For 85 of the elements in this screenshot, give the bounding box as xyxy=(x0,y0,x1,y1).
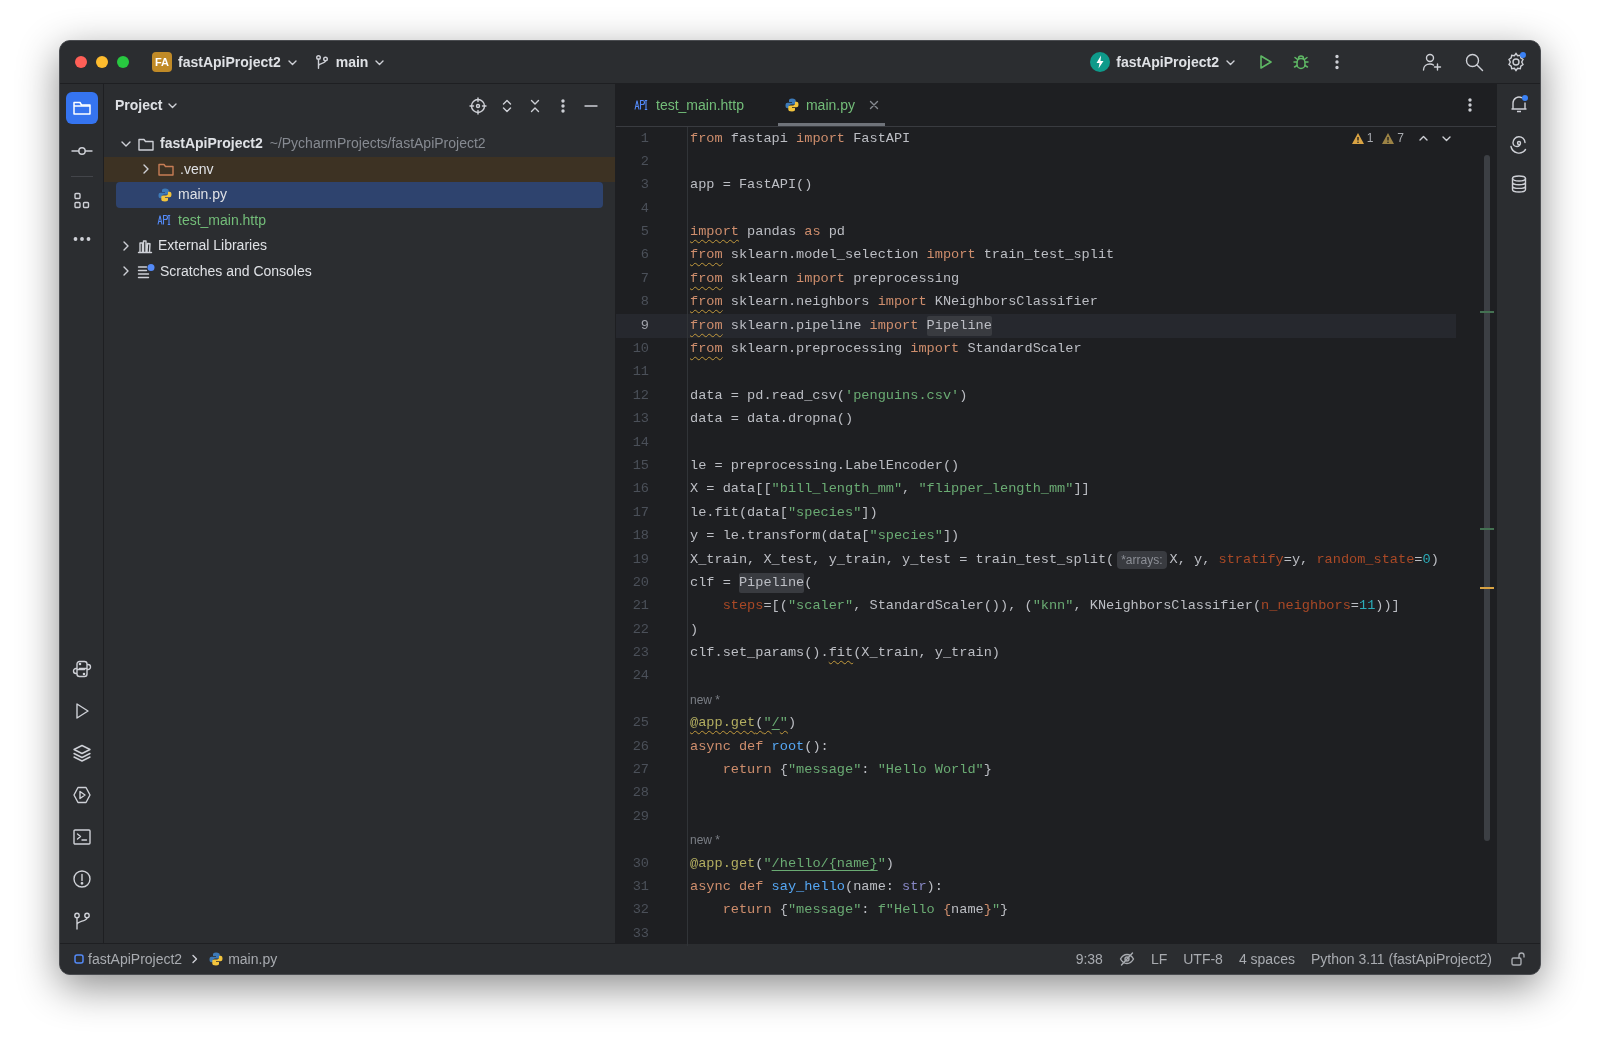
terminal-icon[interactable] xyxy=(71,827,92,847)
project-view-selector[interactable]: Project xyxy=(115,95,179,116)
code-line: from fastapi import FastAPI xyxy=(689,129,911,148)
status-item[interactable]: 9:38 xyxy=(1067,948,1111,970)
code-line: le = preprocessing.LabelEncoder() xyxy=(689,456,960,475)
code-line: @app.get("/") xyxy=(689,714,797,733)
code-line: data = pd.read_csv('penguins.csv') xyxy=(689,386,968,405)
change-marker xyxy=(1480,311,1494,313)
api-file-icon xyxy=(634,99,650,111)
code-line: return {"message": f"Hello {name}"} xyxy=(721,901,1009,920)
search-icon[interactable] xyxy=(1464,52,1484,72)
code-line: @app.get("/hello/{name}") xyxy=(689,854,894,873)
tree-item[interactable]: Scratches and Consoles xyxy=(104,258,615,284)
structure-icon[interactable] xyxy=(71,191,92,211)
project-badge: FA xyxy=(152,52,172,72)
tree-item[interactable]: test_main.http xyxy=(104,207,615,233)
code-line: from sklearn.preprocessing import StandardScaler xyxy=(689,340,1082,358)
code-line: ) xyxy=(689,620,699,639)
code-line: y = le.transform(data["species"]) xyxy=(689,527,960,546)
branch-icon xyxy=(313,54,330,70)
git-icon[interactable] xyxy=(71,911,92,931)
zoom-button[interactable] xyxy=(117,56,129,68)
scrollbar-thumb[interactable] xyxy=(1484,155,1490,841)
api-file-icon xyxy=(157,214,173,227)
inlay-hint: new * xyxy=(690,692,721,710)
change-marker xyxy=(1480,528,1494,530)
code-line: async def say_hello(name: str): xyxy=(689,878,943,896)
code-line: clf = Pipeline( xyxy=(688,571,813,595)
warning-marker xyxy=(1480,587,1494,589)
tree-item[interactable]: .venv xyxy=(104,156,615,182)
add-user-icon[interactable] xyxy=(1422,52,1442,72)
status-item[interactable]: UTF-8 xyxy=(1175,948,1231,970)
code-line: from sklearn.pipeline import Pipeline xyxy=(688,314,992,338)
code-line: data = data.dropna() xyxy=(689,410,854,429)
problems-icon[interactable] xyxy=(71,869,92,889)
warning-icon[interactable] xyxy=(1381,131,1396,145)
editor-tab[interactable]: test_main.http xyxy=(628,84,750,126)
library-icon xyxy=(137,237,153,254)
line-number: 9 xyxy=(616,314,688,338)
code-line: app = FastAPI() xyxy=(689,176,813,195)
locate-icon[interactable] xyxy=(469,96,487,115)
bug-icon[interactable] xyxy=(1292,53,1310,71)
close-icon[interactable] xyxy=(868,100,879,110)
settings-icon[interactable] xyxy=(1506,52,1526,72)
code-line: import pandas as pd xyxy=(689,223,846,242)
status-item[interactable]: LF xyxy=(1142,948,1176,970)
services-icon[interactable] xyxy=(71,785,92,805)
code-line: le.fit(data["species"]) xyxy=(689,503,878,522)
editor-tab[interactable]: main.py xyxy=(777,84,885,126)
code-line: from sklearn.model_selection import train_test_split xyxy=(689,246,1115,265)
branch-selector[interactable]: main xyxy=(313,51,386,73)
code-line: X_train, X_test, y_train, y_test = train_test_split( *arrays: X, y, stratify=y, random_state=0) xyxy=(689,549,1439,571)
status-item[interactable]: Python 3.11 (fastApiProject2) xyxy=(1302,948,1500,970)
inlay-hint: new * xyxy=(690,832,721,850)
python-file-icon xyxy=(157,186,173,203)
error-count[interactable]: 1 xyxy=(1366,129,1374,147)
layers-icon[interactable] xyxy=(71,743,92,763)
python-console-icon[interactable] xyxy=(71,659,92,679)
warning-count[interactable]: 7 xyxy=(1397,129,1404,147)
lightning-icon xyxy=(1090,52,1111,72)
breadcrumb[interactable]: fastApiProject2 xyxy=(74,948,183,970)
code-line: from sklearn.neighbors import KNeighborsClassifier xyxy=(689,293,1098,312)
close-button[interactable] xyxy=(75,56,87,68)
lock-icon[interactable] xyxy=(1510,951,1526,967)
code-line: steps=[("scaler", StandardScaler()), ("knn", KNeighborsClassifier(n_neighbors=11))] xyxy=(721,597,1400,616)
code-line: return {"message": "Hello World"} xyxy=(721,761,992,780)
code-line: async def root(): xyxy=(689,737,829,756)
code-line: X = data[["bill_length_mm", "flipper_length_mm"]] xyxy=(689,480,1090,499)
project-tool-button[interactable] xyxy=(65,92,98,124)
python-file-icon xyxy=(208,951,225,967)
run-configuration-selector[interactable]: fastApiProject2 xyxy=(1090,51,1236,73)
breadcrumb[interactable]: main.py xyxy=(208,948,278,970)
tree-item[interactable]: main.py xyxy=(116,182,603,208)
scratches-icon xyxy=(137,263,155,280)
code-line: from sklearn import preprocessing xyxy=(689,269,960,288)
spiral-icon[interactable] xyxy=(1508,134,1529,154)
minimize-button[interactable] xyxy=(96,56,108,68)
status-item[interactable]: 4 spaces xyxy=(1230,948,1303,970)
eye-off-icon[interactable] xyxy=(1118,951,1135,967)
python-file-icon xyxy=(783,97,800,113)
tree-item[interactable]: fastApiProject2 ~/PycharmProjects/fastApiProject2 xyxy=(104,131,615,157)
code-line: clf.set_params().fit(X_train, y_train) xyxy=(689,644,1000,663)
warning-icon[interactable] xyxy=(1350,131,1365,145)
project-selector[interactable]: FA fastApiProject2 xyxy=(150,51,300,73)
tree-item[interactable]: External Libraries xyxy=(104,233,615,259)
